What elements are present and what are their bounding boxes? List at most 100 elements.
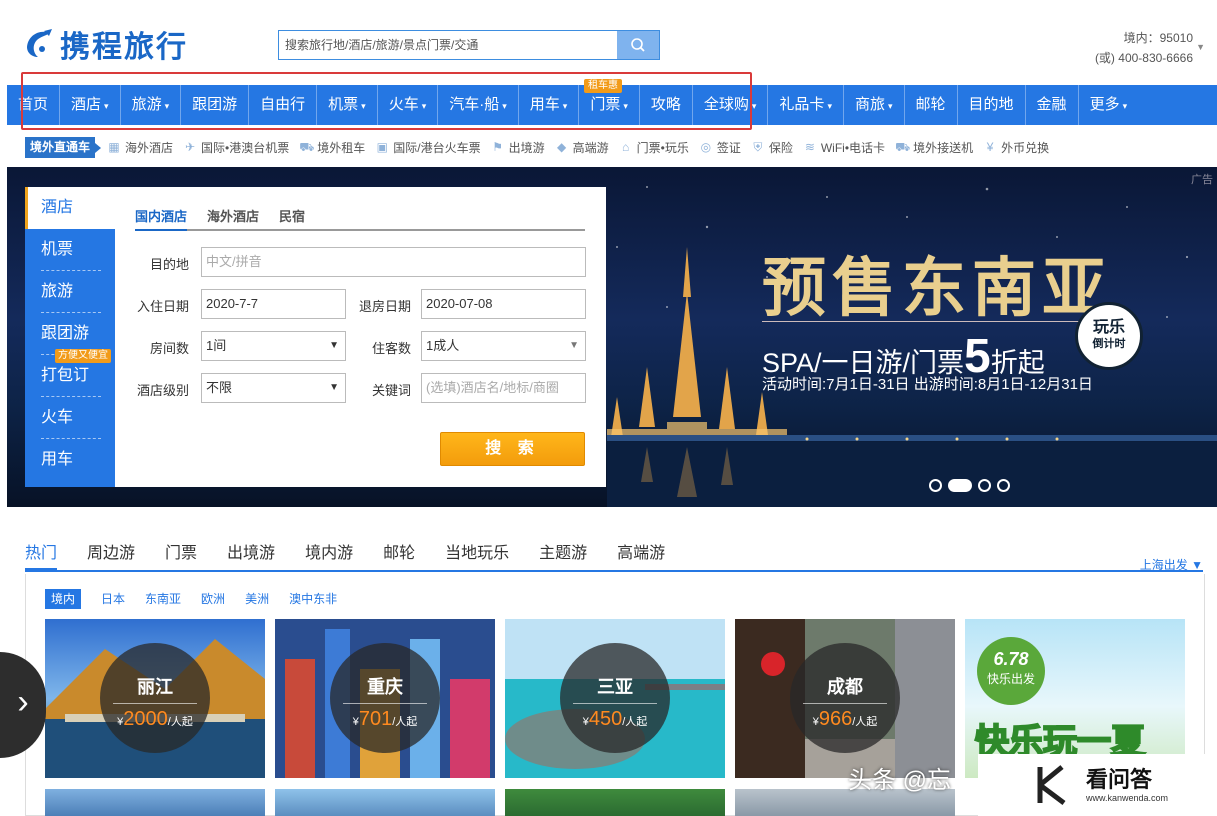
category-tab[interactable]: 出境游 xyxy=(227,540,275,570)
side-badge: 方便又便宜 xyxy=(55,349,111,363)
destination-label: 目的地 xyxy=(149,257,189,272)
subnav-icon: ⛟ xyxy=(299,140,315,154)
keyword-input[interactable]: (选填)酒店名/地标/商圈 xyxy=(421,373,586,403)
kanwenda-watermark: 看问答 www.kanwenda.com xyxy=(978,754,1208,816)
subnav-item[interactable]: ⌂ 门票•玩乐 xyxy=(619,139,689,156)
guests-select[interactable]: 1成人 ▼ xyxy=(421,331,586,361)
booking-side-item[interactable]: 旅游 xyxy=(25,271,115,313)
carousel-dot[interactable] xyxy=(978,479,991,492)
hotel-tab[interactable]: 海外酒店 xyxy=(207,203,259,231)
level-select[interactable]: 不限 ▼ xyxy=(201,373,346,403)
countdown-stamp: 玩乐 倒计时 xyxy=(1075,302,1143,370)
destination-card-chongqing[interactable]: 重庆 ¥701/人起 xyxy=(275,619,495,778)
region-tab[interactable]: 美洲 xyxy=(245,589,269,609)
carousel-dot[interactable] xyxy=(948,479,972,492)
subnav-item-label: 签证 xyxy=(716,140,741,155)
booking-side-item[interactable]: 机票 xyxy=(25,229,115,271)
stamp-line2: 倒计时 xyxy=(1092,338,1126,350)
card-overlay: 重庆 ¥701/人起 xyxy=(330,643,440,753)
nav-item[interactable]: 金融 xyxy=(1024,85,1078,125)
rooms-select[interactable]: 1间 ▼ xyxy=(201,331,346,361)
destination-card[interactable] xyxy=(505,789,725,816)
hotel-tab[interactable]: 国内酒店 xyxy=(135,203,188,231)
promo-badge-bottom: 快乐出发 xyxy=(986,672,1035,686)
subnav-item[interactable]: ⚑ 出境游 xyxy=(491,139,545,156)
subnav-icon: ⛟ xyxy=(895,140,911,154)
card-price: ¥2000/人起 xyxy=(100,708,210,731)
departure-city-select[interactable]: 上海出发 ▼ xyxy=(1140,556,1203,573)
category-tab[interactable]: 门票 xyxy=(165,540,197,570)
highlight-box xyxy=(21,72,752,130)
global-search xyxy=(278,30,660,60)
subnav-item[interactable]: ▦ 海外酒店 xyxy=(107,139,173,156)
booking-side-item[interactable]: 酒店 xyxy=(25,187,115,229)
nav-item-label: 目的地 xyxy=(968,96,1014,113)
destination-card-chengdu[interactable]: 成都 ¥966/人起 xyxy=(735,619,955,778)
nav-item[interactable]: 商旅 ▾ xyxy=(842,85,904,125)
subnav-icon: ◆ xyxy=(556,140,567,154)
destination-card-lijiang[interactable]: 丽江 ¥2000/人起 xyxy=(45,619,265,778)
category-tab[interactable]: 高端游 xyxy=(617,540,665,570)
subnav-item[interactable]: ⛟ 境外租车 xyxy=(299,139,365,156)
subnav-icon: ◎ xyxy=(700,140,712,154)
subnav-item[interactable]: ◆ 高端游 xyxy=(555,139,609,156)
checkout-input[interactable]: 2020-07-08 xyxy=(421,289,586,319)
hotline-caret-icon[interactable]: ▼ xyxy=(1196,42,1205,52)
level-label: 酒店级别 xyxy=(136,383,189,398)
region-tab[interactable]: 日本 xyxy=(101,589,125,609)
category-tab[interactable]: 主题游 xyxy=(539,540,587,570)
subnav-item[interactable]: ⛨ 保险 xyxy=(751,139,793,156)
search-button[interactable] xyxy=(617,31,659,59)
price-unit: /人起 xyxy=(167,716,193,728)
booking-side-item[interactable]: 用车 xyxy=(25,439,115,481)
region-tabs: 境内 日本 东南亚 欧洲 美洲 澳中东非 xyxy=(45,589,357,609)
global-search-input[interactable] xyxy=(279,31,617,59)
region-tab[interactable]: 澳中东非 xyxy=(289,589,337,609)
region-tab[interactable]: 境内 xyxy=(45,589,82,609)
logo[interactable]: 携程旅行 xyxy=(22,24,188,65)
nav-item[interactable]: 目的地 xyxy=(956,85,1025,125)
region-tab[interactable]: 欧洲 xyxy=(201,589,225,609)
hotel-search-button[interactable]: 搜 索 xyxy=(440,432,585,466)
subnav-icon: ⛨ xyxy=(753,140,763,154)
destination-card[interactable] xyxy=(275,789,495,816)
category-tab[interactable]: 邮轮 xyxy=(383,540,415,570)
nav-item[interactable]: 邮轮 xyxy=(903,85,957,125)
hotel-tab[interactable]: 民宿 xyxy=(279,203,305,231)
kanwenda-url: www.kanwenda.com xyxy=(1086,793,1169,803)
nav-item-label: 邮轮 xyxy=(915,96,946,113)
nav-item-label: 礼品卡 xyxy=(779,96,825,113)
subnav-item[interactable]: ▣ 国际/港台火车票 xyxy=(375,139,481,156)
carousel-dot[interactable] xyxy=(929,479,942,492)
price-value: 450 xyxy=(588,708,623,730)
subnav-item[interactable]: ≋ WiFi•电话卡 xyxy=(803,139,885,156)
destination-card-sanya[interactable]: 三亚 ¥450/人起 xyxy=(505,619,725,778)
subnav-item[interactable]: ✈ 国际•港澳台机票 xyxy=(183,139,289,156)
card-overlay: 丽江 ¥2000/人起 xyxy=(100,643,210,753)
keyword-label: 关键词 xyxy=(371,383,411,398)
overseas-subnav: 境外直通车 ▦ 海外酒店 ✈ 国际•港澳台机票 ⛟ 境外租车 ▣ 国际/港台火车票 ⚑ 出境游 ◆ 高… xyxy=(25,134,1059,160)
card-city: 成都 xyxy=(803,673,887,704)
checkin-input[interactable]: 2020-7-7 xyxy=(201,289,346,319)
subnav-item[interactable]: ⛟ 境外接送机 xyxy=(895,139,973,156)
category-tab[interactable]: 当地玩乐 xyxy=(445,540,509,570)
kanwenda-logo-icon xyxy=(1037,765,1066,805)
nav-item[interactable]: 礼品卡 ▾ xyxy=(767,85,843,125)
destination-card[interactable] xyxy=(45,789,265,816)
category-tab[interactable]: 境内游 xyxy=(305,540,353,570)
category-tab[interactable]: 周边游 xyxy=(87,540,135,570)
nav-item[interactable]: 更多 ▾ xyxy=(1077,85,1139,125)
subnav-icon: ⚑ xyxy=(492,140,503,154)
guests-label: 住客数 xyxy=(371,341,411,356)
nav-item-label: 更多 xyxy=(1089,96,1120,113)
destination-input[interactable]: 中文/拼音 xyxy=(201,247,586,277)
subnav-item[interactable]: ◎ 签证 xyxy=(699,139,741,156)
subnav-item-label: 出境游 xyxy=(508,140,545,155)
booking-side-item[interactable]: 火车 xyxy=(25,397,115,439)
category-tab[interactable]: 热门 xyxy=(25,540,58,570)
region-tab[interactable]: 东南亚 xyxy=(145,589,181,609)
subnav-item[interactable]: ¥ 外币兑换 xyxy=(983,139,1049,156)
carousel-dot[interactable] xyxy=(997,479,1010,492)
subnav-item-label: 境外接送机 xyxy=(913,140,974,155)
card-price: ¥701/人起 xyxy=(330,708,440,731)
